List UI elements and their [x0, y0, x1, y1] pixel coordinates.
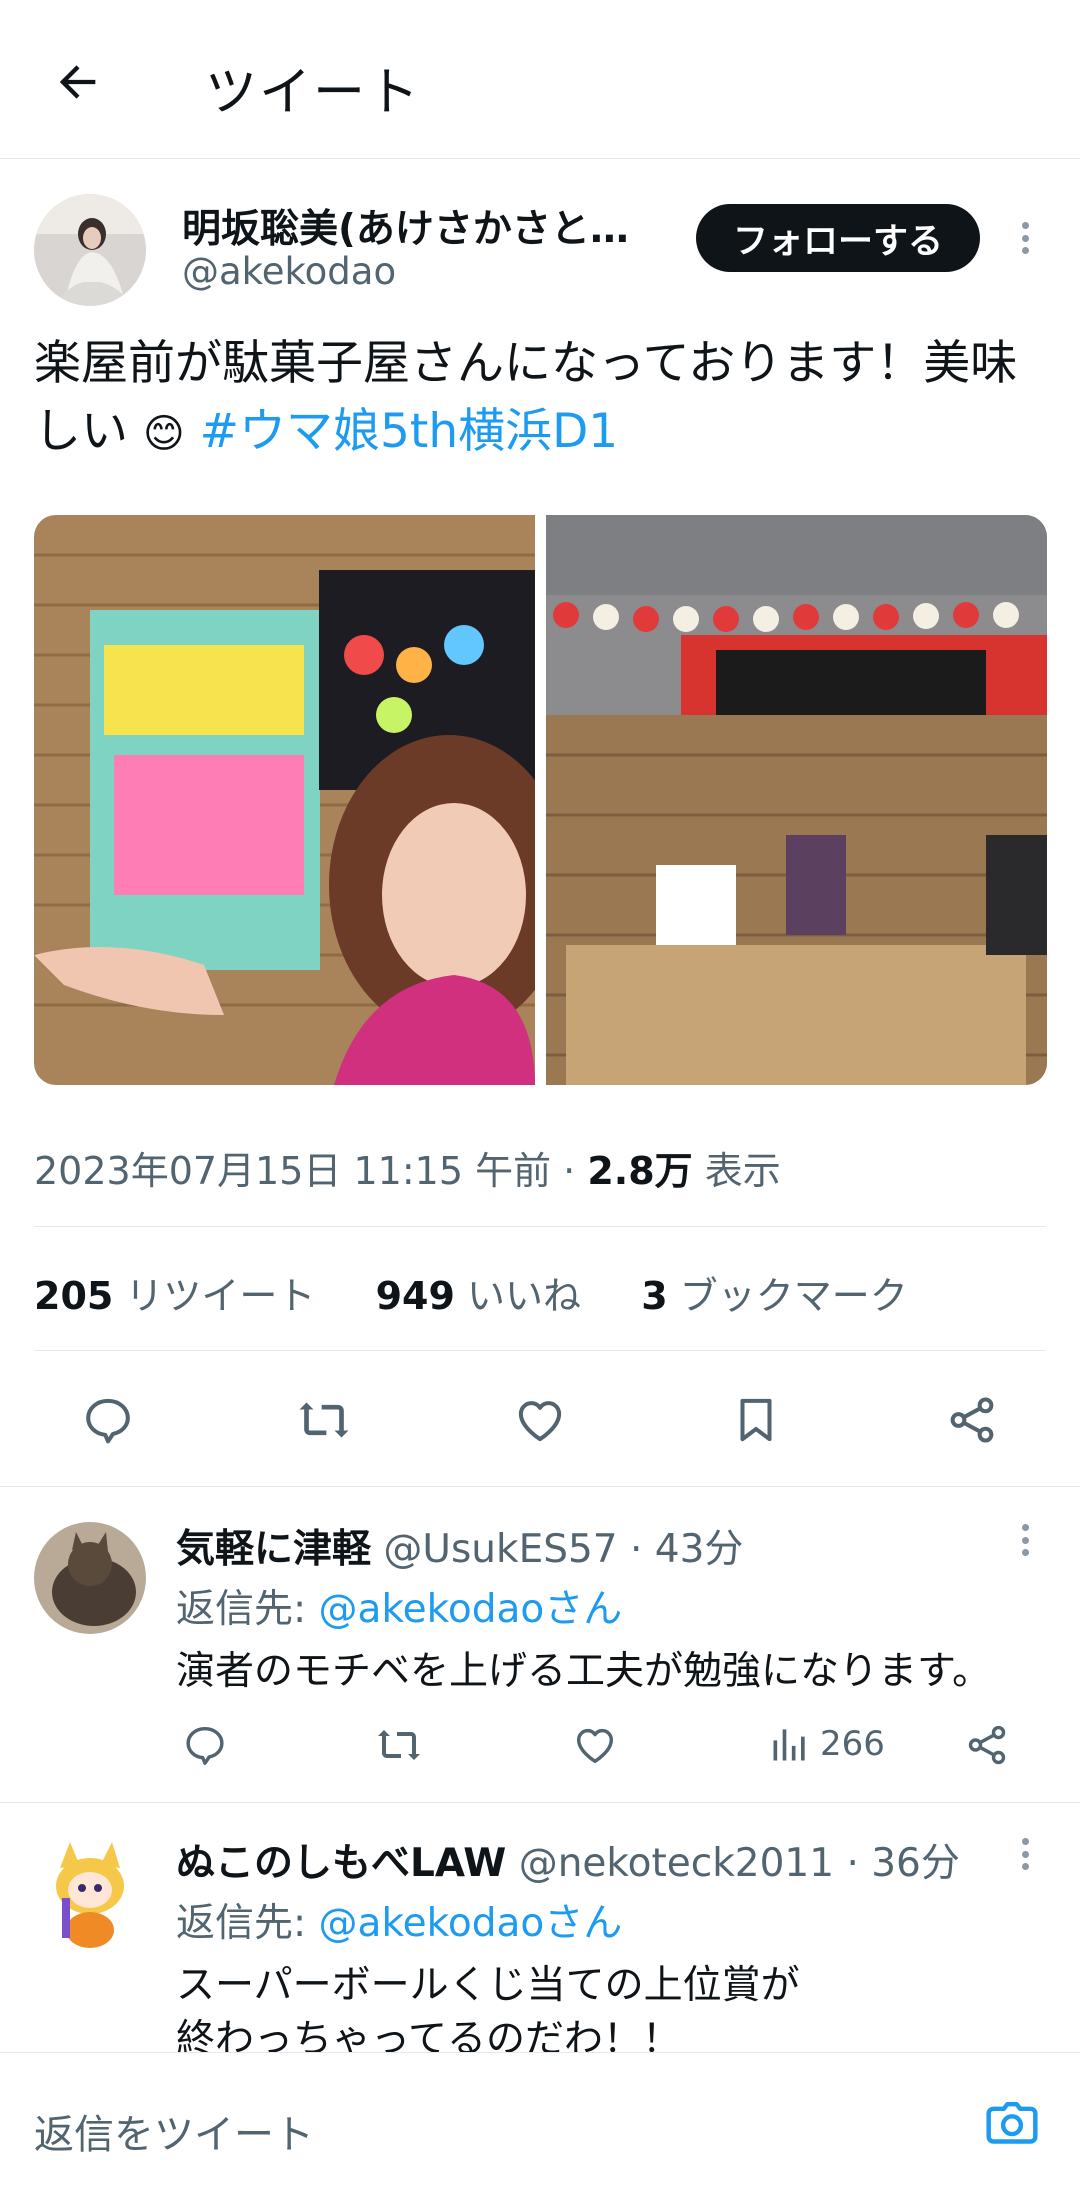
reply-header: ぬこのしもべLAW @nekoteck2011 · 36分: [176, 1832, 960, 1888]
reply-more-icon[interactable]: [1020, 1838, 1030, 1870]
divider: [34, 1226, 1046, 1227]
divider: [0, 1486, 1080, 1487]
reply-icon: [186, 1726, 224, 1765]
reply-to: 返信先: @akekodaoさん: [176, 1901, 623, 1946]
bookmarks-stat[interactable]: 3 ブックマーク: [641, 1274, 908, 1318]
reply-share-button[interactable]: [960, 1718, 1014, 1772]
reply-text: 演者のモチベを上げる工夫が勉強になります。: [176, 1649, 992, 1694]
analytics-icon: [773, 1729, 805, 1761]
heart-icon: [518, 1401, 562, 1442]
reply-avatar[interactable]: [34, 1838, 146, 1950]
camera-icon: [986, 2101, 1038, 2144]
retweet-icon: [299, 1402, 349, 1438]
reply-header: 気軽に津軽 @UsukES57 · 43分: [176, 1518, 743, 1574]
tweet-stats: 205 リツイート 949 いいね 3 ブックマーク: [34, 1265, 908, 1320]
tweet-timestamp: 2023年07月15日 11:15 午前 ·: [34, 1149, 588, 1193]
reply-reply-button[interactable]: [178, 1718, 232, 1772]
reply-like-button[interactable]: [568, 1718, 622, 1772]
arrow-left-icon: [59, 65, 96, 99]
divider: [0, 1802, 1080, 1803]
smile-emoji: 😊: [142, 411, 185, 457]
author-name[interactable]: 明坂聡美(あけさかさと…: [182, 198, 629, 254]
back-button[interactable]: [48, 52, 108, 112]
page-title: ツイート: [205, 63, 422, 123]
like-button[interactable]: [508, 1388, 572, 1452]
views-label: 表示: [692, 1149, 781, 1193]
more-options-icon[interactable]: [1020, 222, 1030, 254]
retweet-icon: [378, 1730, 420, 1760]
views-count: 2.8万: [587, 1149, 693, 1193]
reply-views-count: 266: [820, 1724, 885, 1764]
tweet-text: 楽屋前が駄菓子屋さんになっております！美味しい 😊 #ウマ娘5th横浜D1: [34, 330, 1054, 468]
likes-stat[interactable]: 949 いいね: [376, 1274, 581, 1318]
author-handle[interactable]: @akekodao: [182, 250, 396, 293]
hashtag-link[interactable]: #ウマ娘5th横浜D1: [200, 404, 619, 459]
tweet-image-2[interactable]: [546, 515, 1047, 1085]
reply-icon: [86, 1398, 130, 1444]
reply-author-name[interactable]: 気軽に津軽: [176, 1527, 371, 1572]
reply-text-line: スーパーボールくじ当ての上位賞が: [176, 1963, 800, 2008]
divider: [34, 1350, 1046, 1351]
retweet-button[interactable]: [292, 1388, 356, 1452]
reply-to-link[interactable]: @akekodaoさん: [319, 1587, 623, 1632]
reply-retweet-button[interactable]: [372, 1718, 426, 1772]
reply-input[interactable]: 返信をツイート: [34, 2102, 314, 2160]
camera-button[interactable]: [984, 2096, 1040, 2152]
share-button[interactable]: [940, 1388, 1004, 1452]
tweet-image-1[interactable]: [34, 515, 535, 1085]
reply-handle-time[interactable]: @UsukES57 · 43分: [383, 1527, 743, 1572]
heart-icon: [576, 1728, 614, 1764]
reply-button[interactable]: [76, 1388, 140, 1452]
reply-more-icon[interactable]: [1020, 1524, 1030, 1556]
top-bar: [0, 0, 1080, 159]
bookmark-icon: [740, 1398, 772, 1442]
reply-handle-time[interactable]: @nekoteck2011 · 36分: [519, 1841, 960, 1886]
reply-author-name[interactable]: ぬこのしもべLAW: [176, 1841, 506, 1886]
reply-to: 返信先: @akekodaoさん: [176, 1587, 623, 1632]
share-icon: [968, 1725, 1006, 1765]
follow-button[interactable]: フォローする: [696, 204, 980, 272]
reply-avatar[interactable]: [34, 1522, 146, 1634]
bookmark-button[interactable]: [724, 1388, 788, 1452]
tweet-meta: 2023年07月15日 11:15 午前 · 2.8万 表示: [34, 1140, 781, 1195]
share-icon: [950, 1397, 994, 1443]
reply-to-link[interactable]: @akekodaoさん: [319, 1901, 623, 1946]
retweets-stat[interactable]: 205 リツイート: [34, 1274, 315, 1318]
reply-views[interactable]: 266: [768, 1722, 885, 1766]
author-avatar[interactable]: [34, 194, 146, 306]
